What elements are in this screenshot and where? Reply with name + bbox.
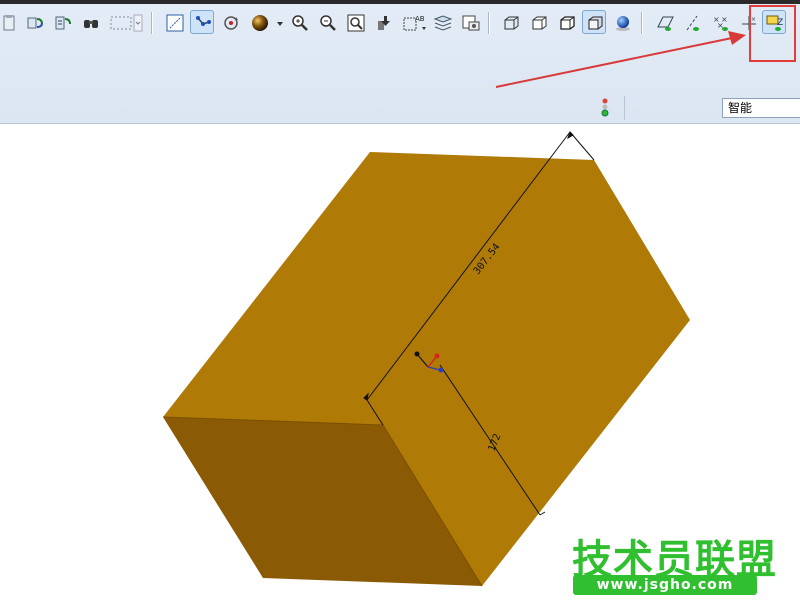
traffic-light-icon[interactable] xyxy=(598,97,612,119)
watermark-url: www.jsgho.com xyxy=(573,575,757,595)
pointer-arrow xyxy=(495,31,746,88)
filter-select[interactable]: 智能 xyxy=(722,98,800,118)
toolbar-separator xyxy=(624,96,625,120)
toolbar-area: AB × × × × Z 智能 xyxy=(0,0,800,124)
